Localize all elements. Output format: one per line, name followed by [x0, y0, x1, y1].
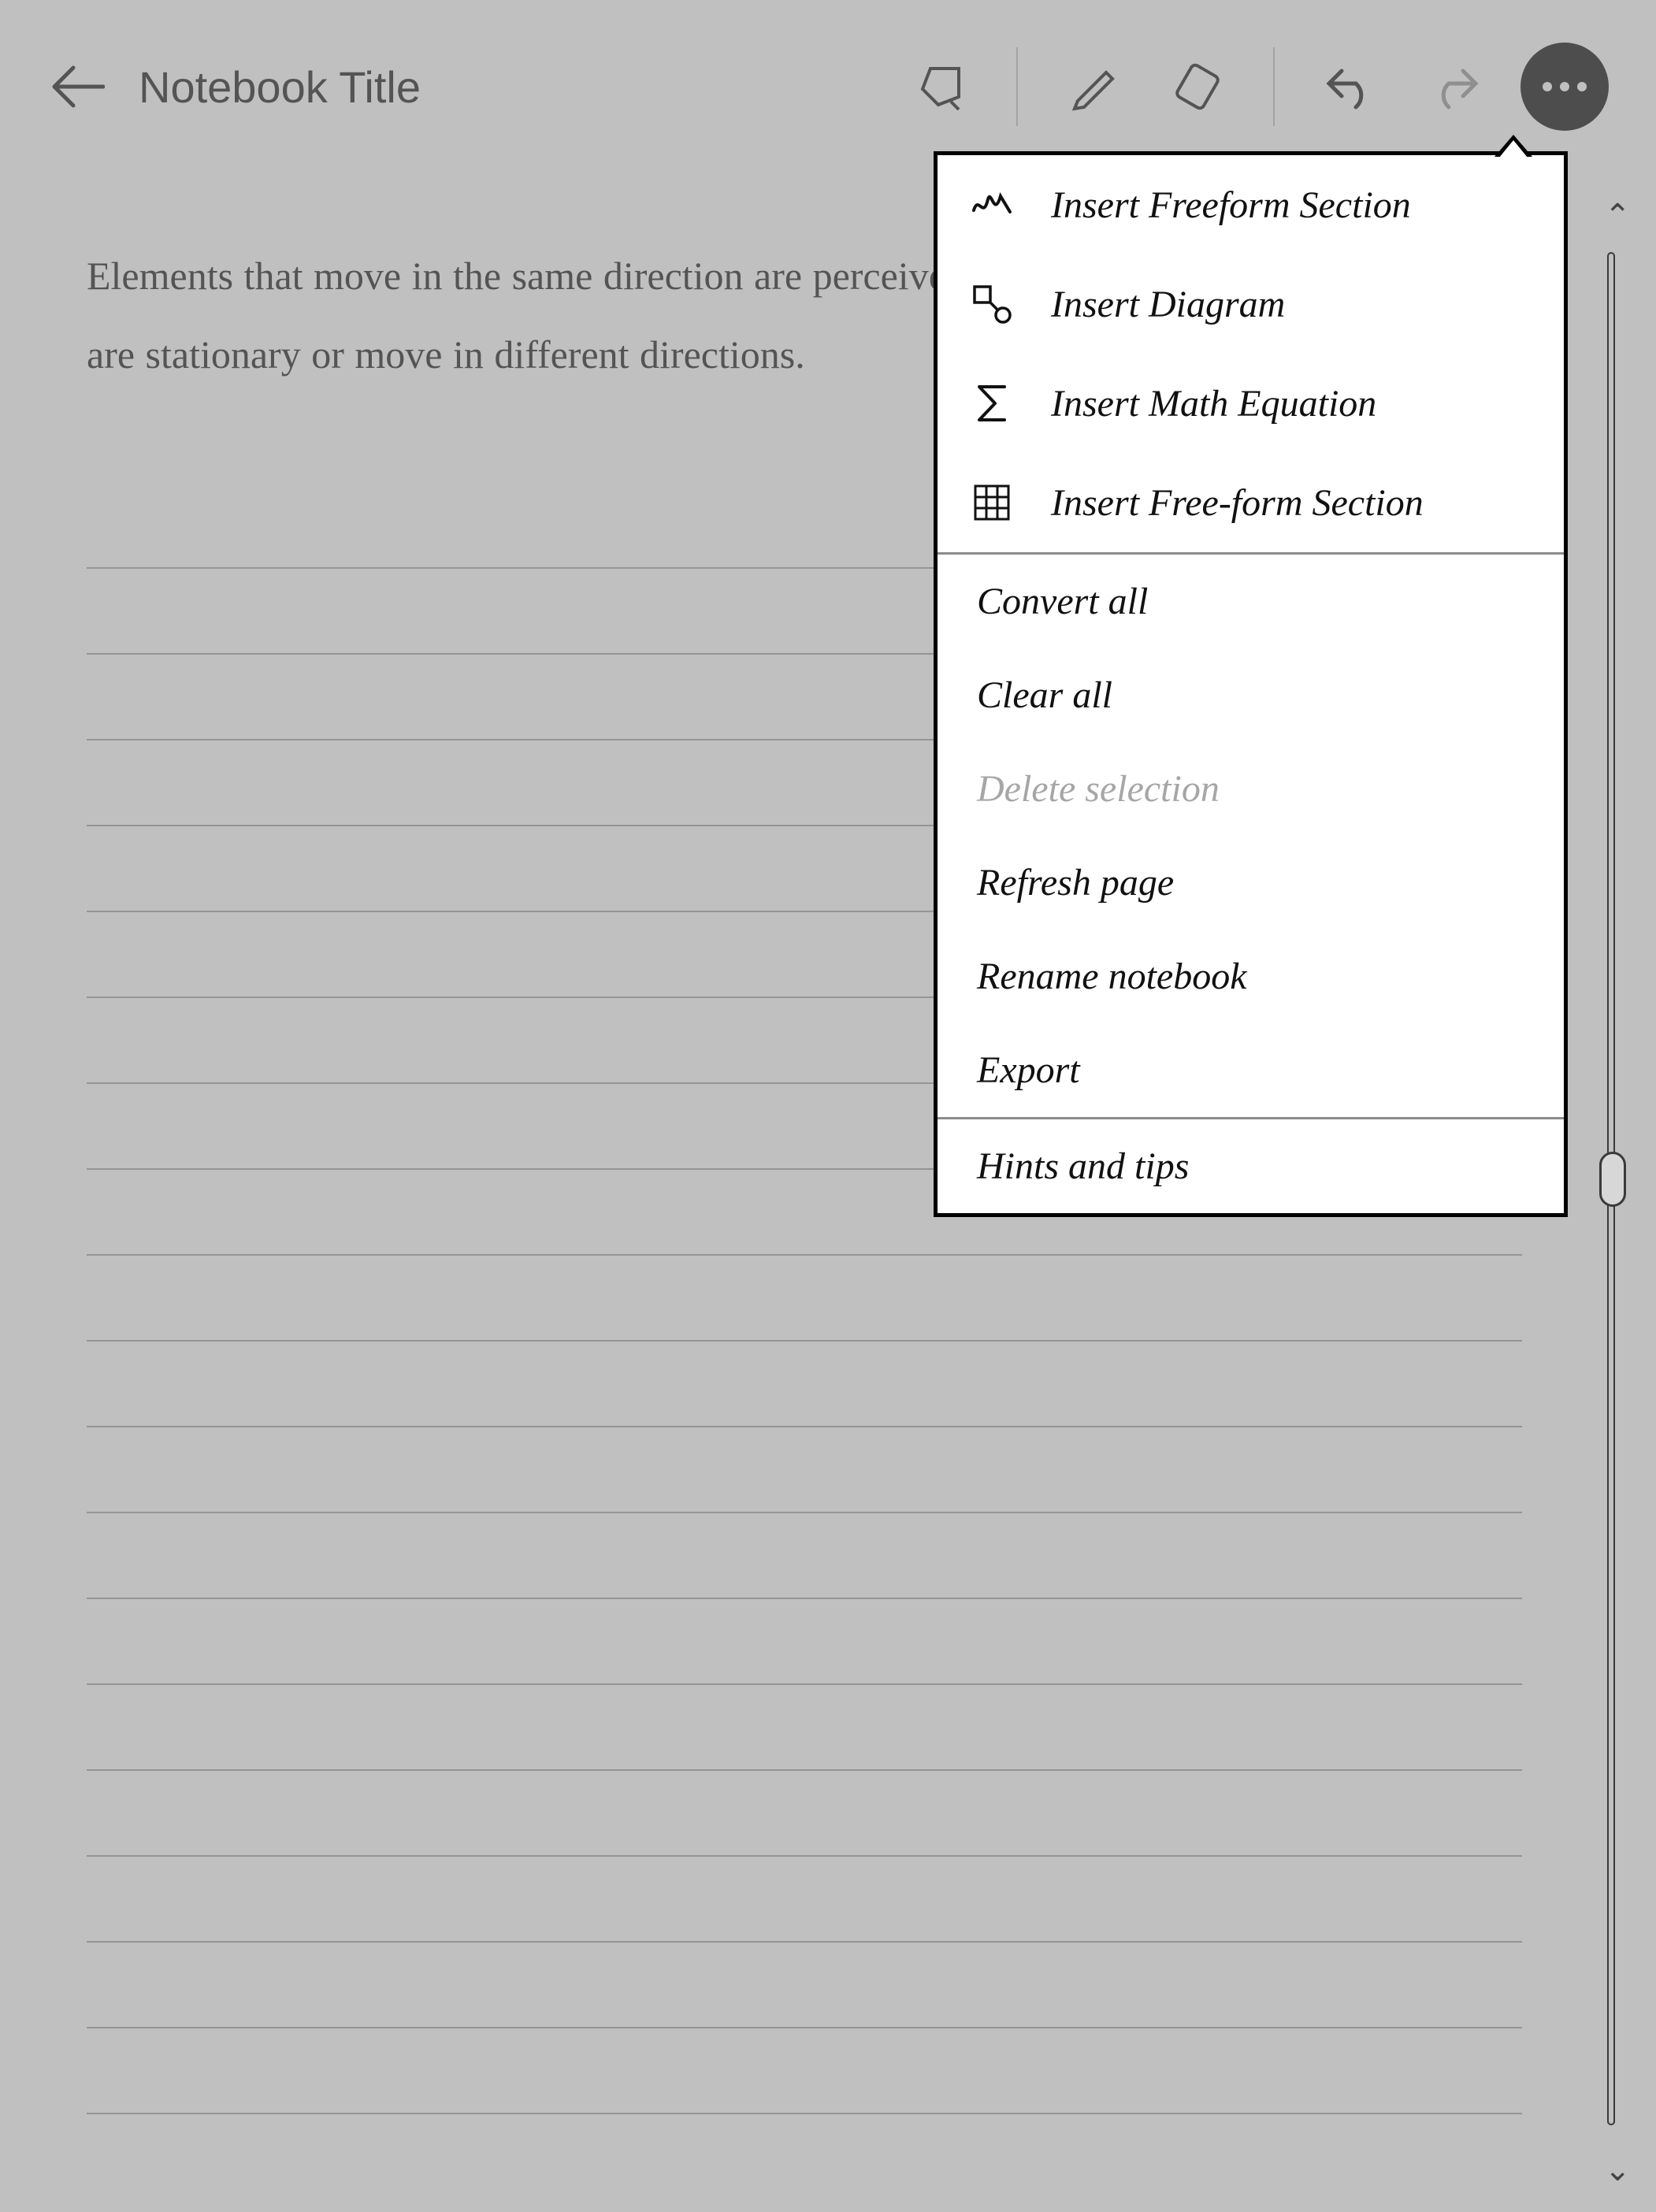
menu-item-label: Insert Diagram: [1051, 283, 1285, 326]
sigma-icon: [969, 380, 1015, 426]
scribble-icon: [969, 182, 1015, 228]
menu-hints-tips[interactable]: Hints and tips: [938, 1119, 1564, 1213]
tool-group: [903, 43, 1609, 131]
menu-refresh-page[interactable]: Refresh page: [938, 836, 1564, 930]
menu-item-label: Export: [977, 1048, 1080, 1092]
back-button[interactable]: [39, 49, 115, 124]
menu-item-label: Delete selection: [977, 767, 1220, 811]
menu-item-label: Insert Math Equation: [1051, 382, 1376, 425]
scroll-up-icon[interactable]: ⌃: [1604, 197, 1631, 234]
menu-item-label: Rename notebook: [977, 955, 1247, 998]
menu-insert-freeform2[interactable]: Insert Free-form Section: [938, 453, 1564, 552]
menu-item-label: Insert Freeform Section: [1051, 184, 1411, 227]
menu-insert-diagram[interactable]: Insert Diagram: [938, 254, 1564, 354]
menu-export[interactable]: Export: [938, 1023, 1564, 1117]
grid-icon: [969, 480, 1015, 525]
menu-item-label: Convert all: [977, 580, 1148, 623]
pen-tool-icon[interactable]: [1056, 49, 1131, 124]
redo-icon[interactable]: [1417, 49, 1492, 124]
menu-rename-notebook[interactable]: Rename notebook: [938, 930, 1564, 1023]
menu-item-label: Clear all: [977, 674, 1112, 717]
menu-item-label: Hints and tips: [977, 1145, 1189, 1188]
undo-icon[interactable]: [1313, 49, 1388, 124]
menu-delete-selection: Delete selection: [938, 742, 1564, 836]
menu-insert-freeform[interactable]: Insert Freeform Section: [938, 155, 1564, 254]
notebook-title: Notebook Title: [139, 61, 421, 113]
more-menu-dropdown: Insert Freeform Section Insert Diagram I…: [934, 151, 1568, 1217]
menu-item-label: Insert Free-form Section: [1051, 481, 1424, 525]
scrollbar-thumb[interactable]: [1599, 1152, 1626, 1207]
eraser-tool-icon[interactable]: [1160, 49, 1235, 124]
more-menu-button[interactable]: [1520, 43, 1609, 131]
top-toolbar: Notebook Title: [0, 0, 1656, 173]
back-area: Notebook Title: [39, 49, 903, 124]
menu-item-label: Refresh page: [977, 861, 1174, 904]
scrollbar-track[interactable]: [1607, 252, 1615, 2125]
scroll-down-icon[interactable]: ⌄: [1604, 2151, 1631, 2188]
toolbar-separator: [1016, 47, 1018, 126]
diagram-icon: [969, 281, 1015, 327]
shape-tool-icon[interactable]: [903, 49, 978, 124]
toolbar-separator: [1273, 47, 1275, 126]
menu-insert-math[interactable]: Insert Math Equation: [938, 354, 1564, 453]
menu-clear-all[interactable]: Clear all: [938, 648, 1564, 742]
menu-convert-all[interactable]: Convert all: [938, 555, 1564, 648]
